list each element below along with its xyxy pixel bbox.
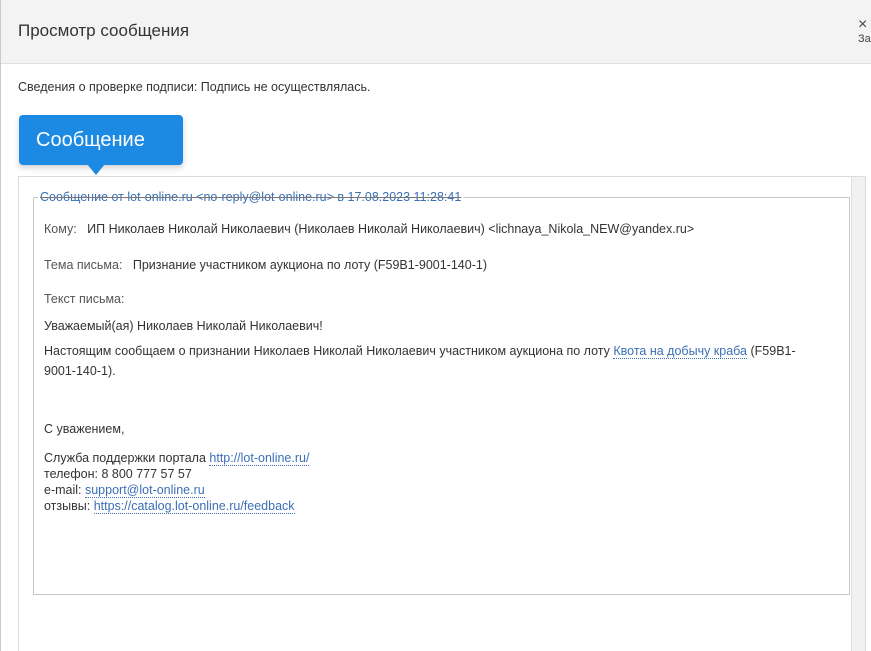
message-panel: Сообщение от lot-online.ru <no-reply@lot…	[18, 176, 866, 651]
greeting-text: Уважаемый(ая) Николаев Николай Николаеви…	[44, 319, 323, 333]
body-paragraph: Настоящим сообщаем о признании Николаев …	[44, 341, 814, 381]
subject-value: Признание участником аукциона по лоту (F…	[132, 258, 487, 272]
close-label: Закрыть	[858, 33, 871, 45]
dialog-header: Просмотр сообщения × Закрыть	[1, 0, 871, 64]
message-header-link[interactable]: Сообщение от lot-online.ru <no-reply@lot…	[38, 190, 464, 204]
panel-scrollbar[interactable]	[851, 177, 865, 651]
regards-text: С уважением,	[44, 422, 124, 436]
feedback-label: отзывы:	[44, 499, 94, 513]
phone-line: телефон: 8 800 777 57 57	[44, 467, 192, 481]
body-label: Текст письма:	[44, 292, 124, 306]
support-email-link[interactable]: support@lot-online.ru	[84, 483, 205, 498]
email-label: e-mail:	[44, 483, 85, 497]
support-label: Служба поддержки портала	[44, 451, 210, 465]
subject-row: Тема письма: Признание участником аукцио…	[44, 258, 487, 272]
lot-link[interactable]: Квота на добычу краба	[613, 344, 748, 359]
regards-value: С уважением,	[44, 422, 125, 436]
signature-block: Служба поддержки портала http://lot-onli…	[44, 450, 814, 514]
email-line: e-mail: support@lot-online.ru	[44, 482, 814, 498]
recipient-label: Кому:	[44, 222, 77, 236]
support-portal-link[interactable]: http://lot-online.ru/	[209, 451, 310, 466]
feedback-line: отзывы: https://catalog.lot-online.ru/fe…	[44, 498, 814, 514]
body-label-text: Текст письма:	[44, 292, 125, 306]
dialog-title: Просмотр сообщения	[18, 21, 190, 40]
message-view-dialog: Просмотр сообщения × Закрыть Сведения о …	[0, 0, 871, 651]
signature-info: Сведения о проверке подписи: Подпись не …	[18, 80, 371, 94]
tab-message[interactable]: Сообщение	[19, 115, 183, 165]
message-fieldset: Сообщение от lot-online.ru <no-reply@lot…	[33, 190, 850, 595]
feedback-link[interactable]: https://catalog.lot-online.ru/feedback	[93, 499, 295, 514]
subject-label: Тема письма:	[44, 258, 123, 272]
tab-pointer-arrow	[87, 164, 105, 175]
support-line: Служба поддержки портала http://lot-onli…	[44, 450, 814, 466]
close-icon: ×	[858, 19, 868, 33]
recipient-value: ИП Николаев Николай Николаевич (Николаев…	[87, 222, 695, 236]
body-text-before: Настоящим сообщаем о признании Николаев …	[44, 344, 614, 358]
greeting-value: Уважаемый(ая) Николаев Николай Николаеви…	[44, 319, 323, 333]
close-button[interactable]: × Закрыть	[858, 19, 871, 45]
recipient-row: Кому: ИП Николаев Николай Николаевич (Ни…	[44, 222, 694, 236]
